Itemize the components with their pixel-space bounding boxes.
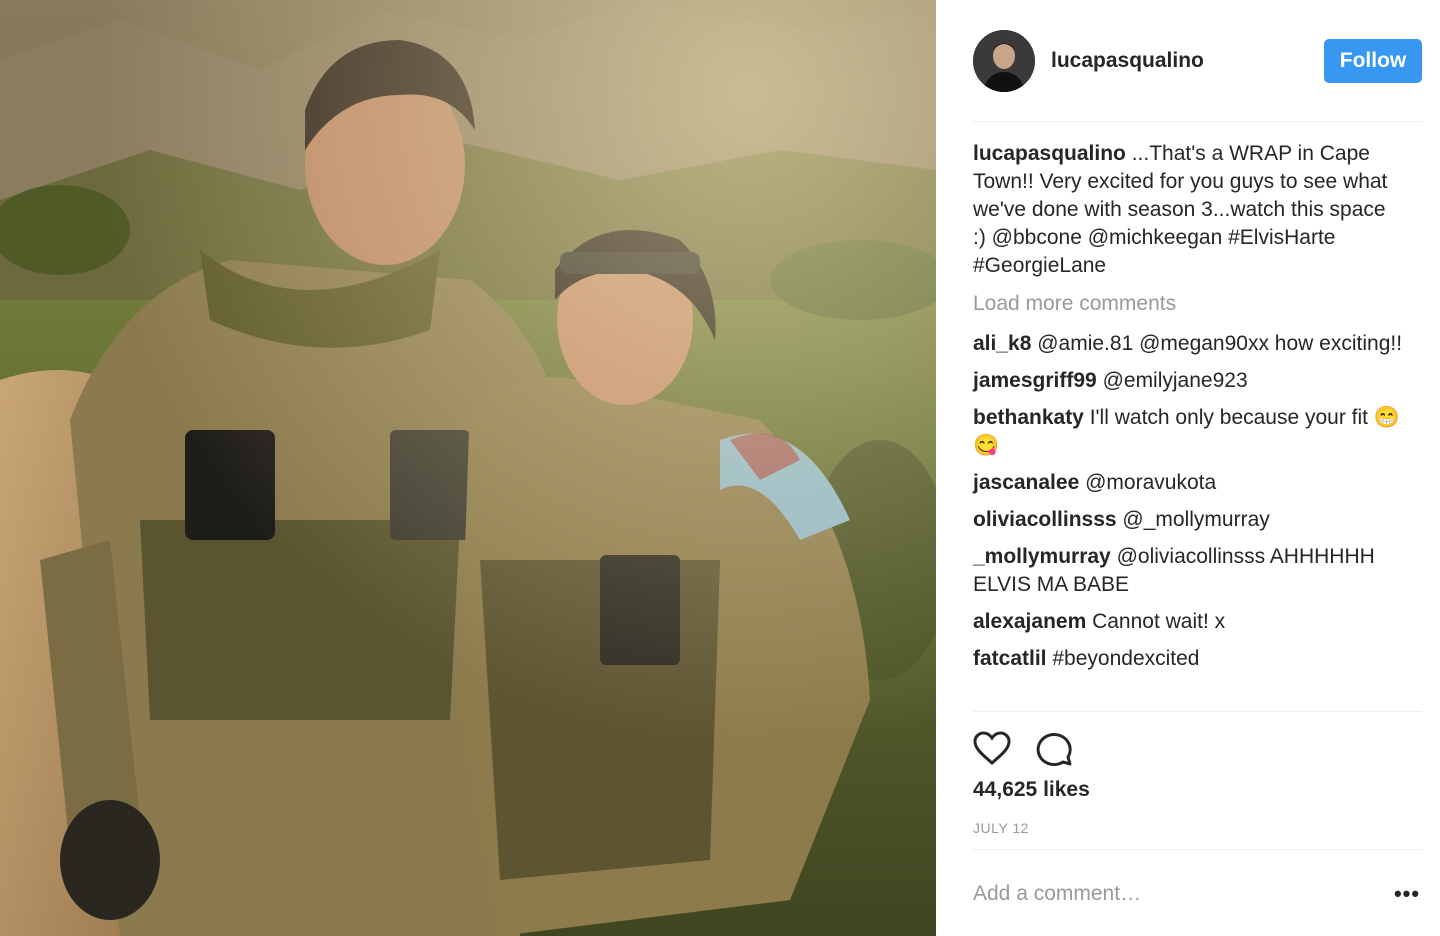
footer-divider — [973, 849, 1422, 850]
comment-item: alexajanem Cannot wait! x — [973, 608, 1403, 636]
comment-text: @_mollymurray — [1116, 508, 1270, 531]
caption-username[interactable]: lucapasqualino — [973, 142, 1126, 165]
post-sidebar: lucapasqualino Follow lucapasqualino ...… — [936, 0, 1440, 936]
comment-username[interactable]: _mollymurray — [973, 545, 1111, 568]
comment-item: jamesgriff99 @emilyjane923 — [973, 367, 1403, 395]
action-bar — [973, 728, 1097, 768]
avatar-image — [973, 30, 1035, 92]
comment-item: fatcatlil #beyondexcited — [973, 645, 1403, 673]
comment-username[interactable]: oliviacollinsss — [973, 508, 1117, 531]
comment-text: @emilyjane923 — [1096, 369, 1248, 392]
comment-item: bethankaty I'll watch only because your … — [973, 404, 1403, 460]
avatar[interactable] — [973, 30, 1035, 92]
comment-text: #beyondexcited — [1046, 647, 1200, 670]
comment-username[interactable]: alexajanem — [973, 610, 1086, 633]
photo-illustration — [0, 0, 936, 936]
comment-text: @moravukota — [1079, 471, 1217, 494]
comments-divider — [973, 711, 1422, 712]
post-photo[interactable] — [0, 0, 936, 936]
instagram-post: lucapasqualino Follow lucapasqualino ...… — [0, 0, 1440, 936]
likes-count[interactable]: 44,625 likes — [973, 778, 1090, 802]
comment-username[interactable]: jascanalee — [973, 471, 1079, 494]
comment-item: ali_k8 @amie.81 @megan90xx how exciting!… — [973, 330, 1403, 358]
post-caption: lucapasqualino ...That's a WRAP in Cape … — [973, 140, 1403, 280]
follow-button[interactable]: Follow — [1324, 39, 1422, 83]
comment-item: oliviacollinsss @_mollymurray — [973, 506, 1403, 534]
comment-text: Cannot wait! x — [1086, 610, 1226, 633]
comment-username[interactable]: ali_k8 — [973, 332, 1031, 355]
comment-item: _mollymurray @oliviacollinsss AHHHHHH EL… — [973, 543, 1403, 599]
load-more-comments-link[interactable]: Load more comments — [973, 290, 1403, 318]
comment-username[interactable]: jamesgriff99 — [973, 369, 1097, 392]
comment-item: jascanalee @moravukota — [973, 469, 1403, 497]
heart-icon-graphic — [973, 731, 1011, 765]
add-comment-input[interactable] — [973, 882, 1392, 906]
comments-list: lucapasqualino ...That's a WRAP in Cape … — [973, 140, 1403, 682]
comment-bubble-icon[interactable] — [1035, 729, 1073, 767]
heart-icon[interactable] — [973, 729, 1011, 767]
add-comment-bar: ••• — [973, 878, 1422, 910]
post-date[interactable]: JULY 12 — [973, 820, 1029, 836]
header-username[interactable]: lucapasqualino — [1051, 49, 1204, 73]
comment-username[interactable]: bethankaty — [973, 406, 1084, 429]
comment-text: @amie.81 @megan90xx how exciting!! — [1031, 332, 1403, 355]
header-divider — [973, 121, 1422, 122]
post-header: lucapasqualino Follow — [973, 28, 1422, 94]
more-options-icon[interactable]: ••• — [1392, 879, 1422, 909]
comment-username[interactable]: fatcatlil — [973, 647, 1047, 670]
comment-icon-graphic — [1036, 733, 1072, 766]
